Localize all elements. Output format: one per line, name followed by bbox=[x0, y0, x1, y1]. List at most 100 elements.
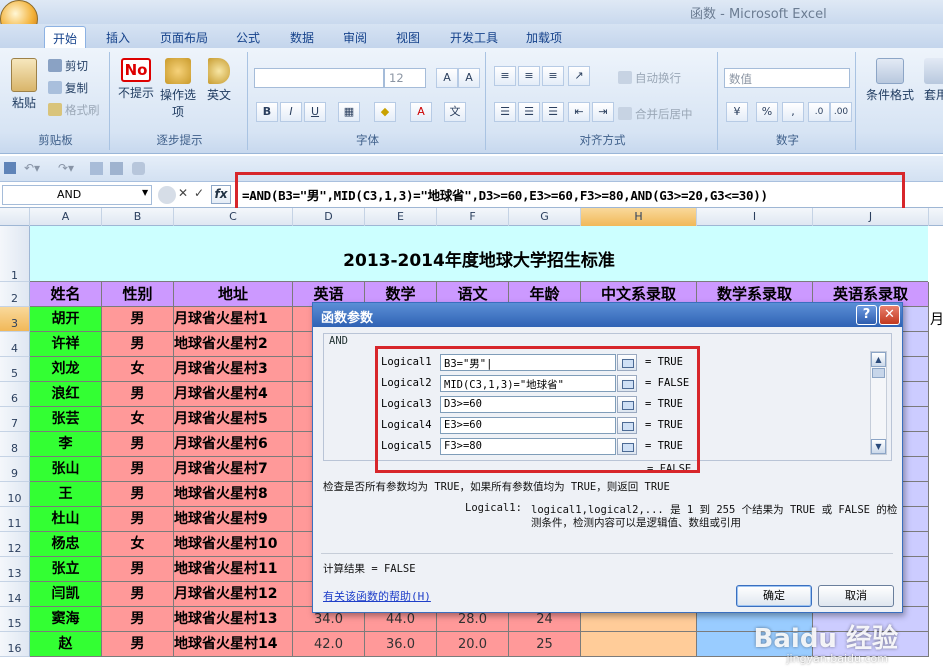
table-cell[interactable]: 地球省火星村2 bbox=[174, 332, 293, 357]
table-cell[interactable]: 男 bbox=[102, 307, 174, 332]
column-header-i[interactable]: I bbox=[697, 208, 813, 226]
row-header-14[interactable]: 14 bbox=[0, 582, 30, 607]
row-header-9[interactable]: 9 bbox=[0, 457, 30, 482]
orientation-button[interactable]: ↗ bbox=[568, 66, 590, 86]
redo-icon[interactable]: ↷▾ bbox=[58, 161, 74, 175]
column-header-b[interactable]: B bbox=[102, 208, 174, 226]
row-header-7[interactable]: 7 bbox=[0, 407, 30, 432]
shrink-font-button[interactable]: A bbox=[458, 68, 480, 88]
table-cell[interactable]: 地球省火星村10 bbox=[174, 532, 293, 557]
row-header-12[interactable]: 12 bbox=[0, 532, 30, 557]
argument-input[interactable]: MID(C3,1,3)="地球省" bbox=[440, 375, 616, 392]
table-cell[interactable]: 许祥 bbox=[30, 332, 102, 357]
camera-icon[interactable] bbox=[132, 162, 145, 175]
column-header-j[interactable]: J bbox=[813, 208, 929, 226]
underline-button[interactable]: U bbox=[304, 102, 326, 122]
grow-font-button[interactable]: A bbox=[436, 68, 458, 88]
table-cell[interactable]: 浪红 bbox=[30, 382, 102, 407]
arguments-scrollbar[interactable]: ▲ ▼ bbox=[870, 351, 887, 455]
row-header-13[interactable]: 13 bbox=[0, 557, 30, 582]
table-cell[interactable]: 杜山 bbox=[30, 507, 102, 532]
table-cell[interactable]: 月球省火星村6 bbox=[174, 432, 293, 457]
table-cell[interactable]: 男 bbox=[102, 582, 174, 607]
align-middle-button[interactable]: ≡ bbox=[518, 66, 540, 86]
conditional-format-button[interactable]: 条件格式 bbox=[860, 58, 920, 103]
cancel-icon[interactable]: ✕ bbox=[178, 186, 188, 200]
name-box[interactable]: AND bbox=[2, 185, 152, 205]
table-cell[interactable]: 闫凯 bbox=[30, 582, 102, 607]
table-cell[interactable]: 地球省火星村9 bbox=[174, 507, 293, 532]
tab-developer[interactable]: 开发工具 bbox=[442, 26, 506, 48]
cancel-button[interactable]: 取消 bbox=[818, 585, 894, 607]
table-cell[interactable]: 男 bbox=[102, 432, 174, 457]
table-cell[interactable]: 张芸 bbox=[30, 407, 102, 432]
header-cell[interactable]: 姓名 bbox=[30, 282, 102, 307]
format-painter-button[interactable]: 格式刷 bbox=[48, 102, 100, 118]
table-cell[interactable] bbox=[581, 632, 697, 657]
dialog-help-icon[interactable]: ? bbox=[856, 305, 877, 325]
operation-options-button[interactable]: 操作选项 bbox=[160, 58, 196, 120]
align-right-button[interactable]: ☰ bbox=[542, 102, 564, 122]
row-header-15[interactable]: 15 bbox=[0, 607, 30, 632]
scroll-up-icon[interactable]: ▲ bbox=[871, 352, 886, 367]
table-cell[interactable]: 女 bbox=[102, 532, 174, 557]
copy-button[interactable]: 复制 bbox=[48, 80, 88, 96]
tab-review[interactable]: 审阅 bbox=[335, 26, 375, 48]
merge-center-button[interactable]: 合并后居中 bbox=[618, 106, 693, 122]
column-header-c[interactable]: C bbox=[174, 208, 293, 226]
row-header-8[interactable]: 8 bbox=[0, 432, 30, 457]
comma-button[interactable]: , bbox=[782, 102, 804, 122]
scroll-down-icon[interactable]: ▼ bbox=[871, 439, 886, 454]
row-header-3[interactable]: 3 bbox=[0, 307, 30, 332]
table-cell[interactable]: 25 bbox=[509, 632, 581, 657]
table-cell[interactable]: 男 bbox=[102, 482, 174, 507]
table-cell[interactable]: 月球省火星村7 bbox=[174, 457, 293, 482]
align-top-button[interactable]: ≡ bbox=[494, 66, 516, 86]
table-cell[interactable]: 张立 bbox=[30, 557, 102, 582]
column-header-h[interactable]: H bbox=[581, 208, 697, 226]
table-cell[interactable]: 地球省火星村14 bbox=[174, 632, 293, 657]
collapse-dialog-icon[interactable] bbox=[617, 375, 637, 392]
collapse-dialog-icon[interactable] bbox=[617, 354, 637, 371]
formula-options-icon[interactable] bbox=[158, 186, 176, 204]
table-cell[interactable]: 月球省火星村5 bbox=[174, 407, 293, 432]
row-header-5[interactable]: 5 bbox=[0, 357, 30, 382]
bold-button[interactable]: B bbox=[256, 102, 278, 122]
header-cell[interactable]: 地址 bbox=[174, 282, 293, 307]
argument-input[interactable]: E3>=60 bbox=[440, 417, 616, 434]
decrease-decimal-button[interactable]: .00 bbox=[830, 102, 852, 122]
phonetic-button[interactable]: 文 bbox=[444, 102, 466, 122]
name-box-dropdown-icon[interactable]: ▼ bbox=[142, 188, 148, 197]
tab-addins[interactable]: 加载项 bbox=[518, 26, 570, 48]
ok-button[interactable]: 确定 bbox=[736, 585, 812, 607]
table-cell[interactable]: 男 bbox=[102, 507, 174, 532]
row-header-2[interactable]: 2 bbox=[0, 282, 30, 307]
italic-button[interactable]: I bbox=[280, 102, 302, 122]
wrap-text-button[interactable]: 自动换行 bbox=[618, 70, 681, 86]
align-center-button[interactable]: ☰ bbox=[518, 102, 540, 122]
decrease-indent-button[interactable]: ⇤ bbox=[568, 102, 590, 122]
column-header-a[interactable]: A bbox=[30, 208, 102, 226]
argument-input[interactable]: D3>=60 bbox=[440, 396, 616, 413]
row-header-6[interactable]: 6 bbox=[0, 382, 30, 407]
save-icon[interactable] bbox=[4, 162, 16, 174]
table-cell[interactable]: 窦海 bbox=[30, 607, 102, 632]
column-header-g[interactable]: G bbox=[509, 208, 581, 226]
column-header-d[interactable]: D bbox=[293, 208, 365, 226]
argument-input[interactable]: B3="男"| bbox=[440, 354, 616, 371]
argument-input[interactable]: F3>=80 bbox=[440, 438, 616, 455]
table-cell[interactable]: 男 bbox=[102, 457, 174, 482]
row-header-10[interactable]: 10 bbox=[0, 482, 30, 507]
increase-decimal-button[interactable]: .0 bbox=[808, 102, 830, 122]
table-cell[interactable]: 月球省火星村12 bbox=[174, 582, 293, 607]
paste-button[interactable]: 粘贴 bbox=[6, 58, 42, 111]
print-preview-icon[interactable] bbox=[90, 162, 103, 175]
table-cell[interactable]: 地球省火星村13 bbox=[174, 607, 293, 632]
collapse-dialog-icon[interactable] bbox=[617, 438, 637, 455]
header-cell[interactable]: 性别 bbox=[102, 282, 174, 307]
font-family-combo[interactable] bbox=[254, 68, 384, 88]
currency-button[interactable]: ¥ bbox=[726, 102, 748, 122]
row-header-16[interactable]: 16 bbox=[0, 632, 30, 657]
collapse-dialog-icon[interactable] bbox=[617, 396, 637, 413]
table-cell[interactable]: 李 bbox=[30, 432, 102, 457]
